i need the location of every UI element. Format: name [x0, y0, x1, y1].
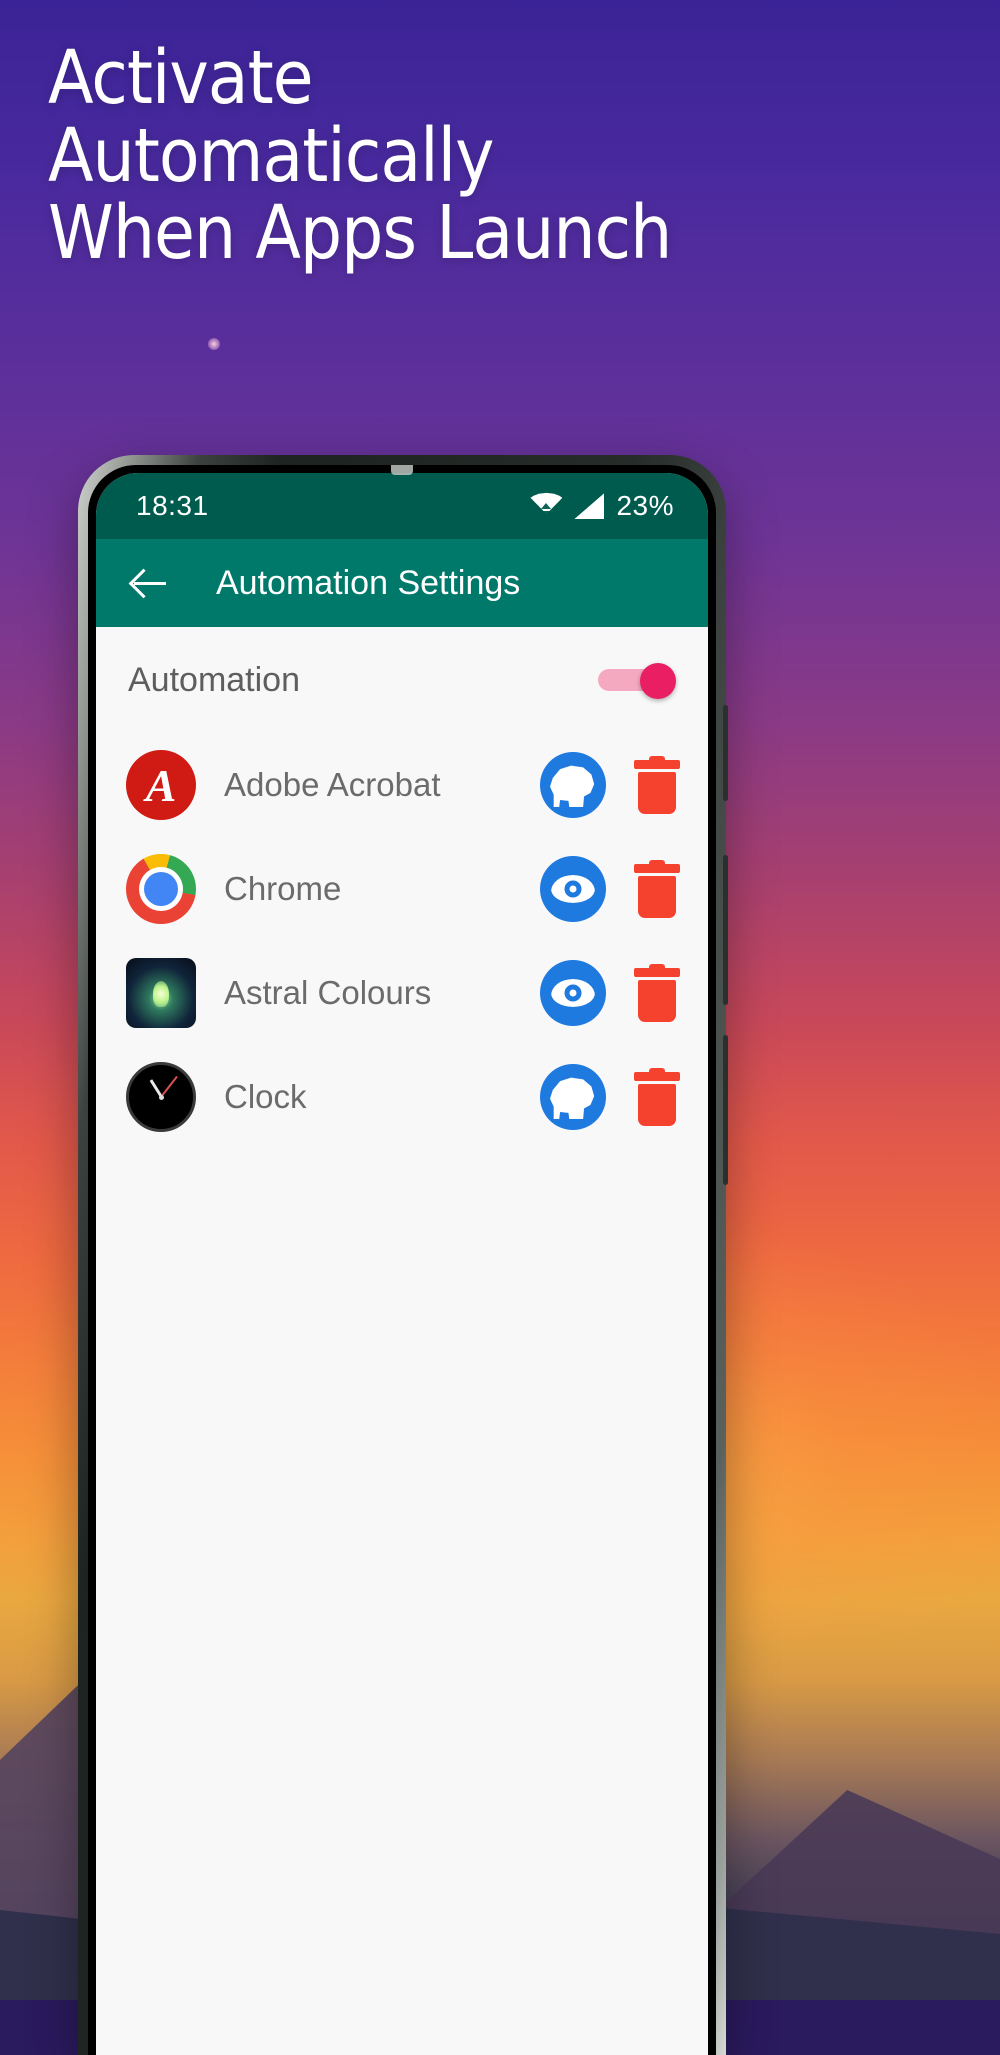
- eye-icon[interactable]: [540, 856, 606, 922]
- toggle-knob: [640, 663, 676, 699]
- row-actions: [540, 1064, 680, 1130]
- phone-screen: 18:31 23% Automation Settings Automation…: [96, 473, 708, 2055]
- brain-head-icon[interactable]: [540, 752, 606, 818]
- clock-icon: [126, 1062, 196, 1132]
- adobe-acrobat-icon: A: [126, 750, 196, 820]
- status-bar-indicators: 23%: [530, 490, 674, 522]
- automation-label: Automation: [128, 660, 300, 699]
- app-name-label: Chrome: [224, 870, 342, 907]
- wallpaper-light-dot: [208, 338, 220, 350]
- app-name-label: Astral Colours: [224, 974, 432, 1011]
- wifi-icon: [530, 492, 563, 520]
- app-bar: Automation Settings: [96, 539, 708, 627]
- phone-device-frame: 18:31 23% Automation Settings Automation…: [78, 455, 728, 2055]
- row-actions: [540, 752, 680, 818]
- eye-icon[interactable]: [540, 960, 606, 1026]
- app-list-row[interactable]: Clock: [96, 1045, 708, 1149]
- front-camera-sensor: [391, 465, 413, 475]
- astral-colours-icon: [126, 958, 196, 1028]
- automation-toggle-switch[interactable]: [598, 663, 676, 699]
- phone-side-button-power[interactable]: [723, 705, 728, 801]
- app-list-row[interactable]: A Adobe Acrobat: [96, 733, 708, 837]
- headline-line-3: When Apps Launch: [48, 190, 672, 277]
- app-list-row[interactable]: Chrome: [96, 837, 708, 941]
- page-title: Automation Settings: [216, 563, 521, 602]
- status-bar: 18:31 23%: [96, 473, 708, 539]
- trash-icon[interactable]: [634, 1068, 680, 1126]
- automation-toggle-row[interactable]: Automation: [96, 627, 708, 733]
- headline-line-2: Automatically: [48, 112, 495, 199]
- row-actions: [540, 960, 680, 1026]
- brain-head-icon[interactable]: [540, 1064, 606, 1130]
- promo-headline: Activate Automatically When Apps Launch: [48, 35, 968, 277]
- cellular-signal-icon: [574, 493, 605, 519]
- phone-side-button-volume-down[interactable]: [723, 1035, 728, 1185]
- app-list-row[interactable]: Astral Colours: [96, 941, 708, 1045]
- row-actions: [540, 856, 680, 922]
- back-arrow-icon[interactable]: [130, 563, 170, 603]
- phone-side-button-volume-up[interactable]: [723, 855, 728, 1005]
- status-bar-time: 18:31: [136, 490, 209, 521]
- trash-icon[interactable]: [634, 964, 680, 1022]
- trash-icon[interactable]: [634, 860, 680, 918]
- app-name-label: Clock: [224, 1078, 307, 1115]
- chrome-icon: [126, 854, 196, 924]
- trash-icon[interactable]: [634, 756, 680, 814]
- settings-content: Automation A Adobe Acrobat Chrome Astral…: [96, 627, 708, 2055]
- headline-line-1: Activate: [48, 35, 314, 121]
- phone-bezel: 18:31 23% Automation Settings Automation…: [88, 465, 716, 2055]
- battery-percentage: 23%: [616, 490, 674, 521]
- app-name-label: Adobe Acrobat: [224, 766, 441, 803]
